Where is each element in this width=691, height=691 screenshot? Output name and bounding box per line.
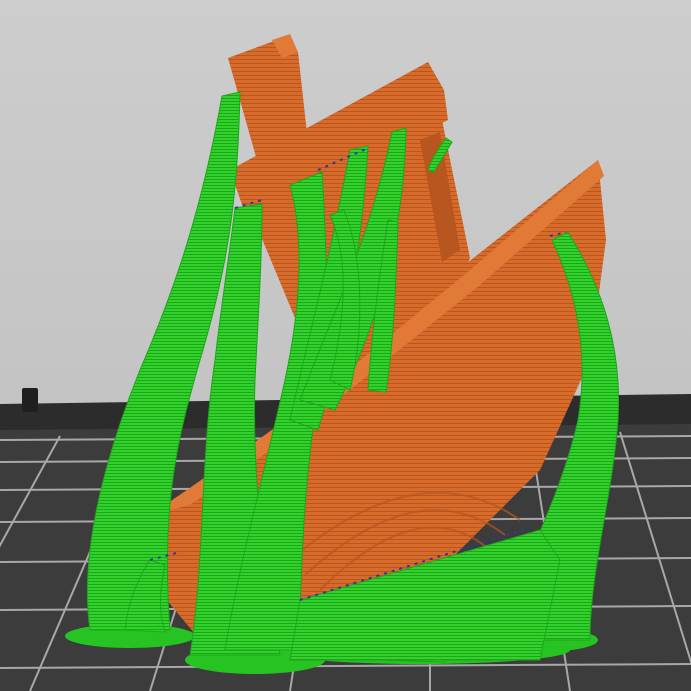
bed-corner-knob [22, 388, 38, 412]
slicer-3d-viewport[interactable] [0, 0, 691, 691]
layer-preview-canvas[interactable] [0, 0, 691, 691]
